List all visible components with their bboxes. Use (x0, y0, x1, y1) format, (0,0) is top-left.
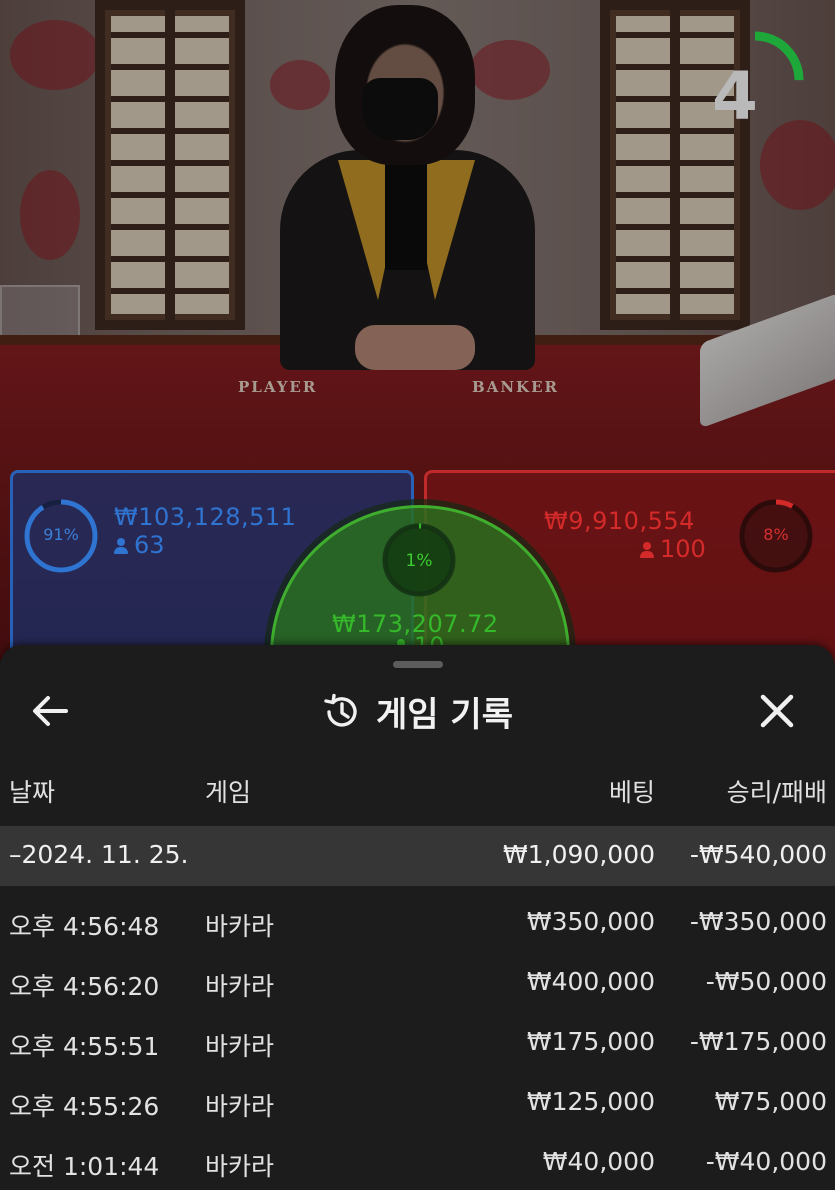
game-history-sheet: 게임 기록 날짜 게임 베팅 승리/패배 –2024. 11. 25. ₩1,0… (0, 645, 835, 1190)
player-bettor-count: 63 (114, 531, 165, 559)
banker-bettor-count: 100 (640, 535, 706, 563)
row-game: 바카라 (205, 1032, 275, 1061)
player-bettor-count-value: 63 (134, 531, 165, 559)
row-time: 오후 4:56:20 (9, 972, 160, 1001)
history-row[interactable]: 오후 4:55:51 바카라 ₩175,000 -₩175,000 (0, 1009, 835, 1069)
row-result: -₩350,000 (689, 907, 827, 936)
sheet-title: 게임 기록 (376, 695, 513, 735)
history-row[interactable]: 오전 1:01:44 바카라 ₩40,000 -₩40,000 (0, 1129, 835, 1189)
person-icon (114, 538, 128, 554)
banker-bet-amount: ₩9,910,554 (544, 507, 695, 535)
row-bet: ₩125,000 (526, 1087, 655, 1116)
sheet-header: 게임 기록 (0, 675, 835, 745)
tie-percent: 1% (405, 551, 433, 571)
history-row[interactable]: 오후 4:56:48 바카라 ₩350,000 -₩350,000 (0, 889, 835, 949)
row-game: 바카라 (205, 1092, 275, 1121)
history-clock-icon (324, 693, 357, 727)
row-bet: ₩350,000 (526, 907, 655, 936)
sheet-title-wrap: 게임 기록 (0, 687, 835, 736)
row-game: 바카라 (205, 912, 275, 941)
sheet-drag-handle[interactable] (393, 661, 443, 668)
history-rows: 오후 4:56:48 바카라 ₩350,000 -₩350,000 오후 4:5… (0, 889, 835, 1189)
row-time: 오전 1:01:44 (9, 1152, 160, 1181)
row-time: 오후 4:55:26 (9, 1092, 160, 1121)
history-day-group[interactable]: –2024. 11. 25. ₩1,090,000 -₩540,000 (0, 826, 835, 886)
banker-bettor-count-value: 100 (660, 535, 706, 563)
column-game: 게임 (205, 778, 252, 807)
player-percent: 91% (43, 525, 79, 544)
day-group-date: –2024. 11. 25. (9, 840, 189, 869)
countdown-seconds: 4 (712, 58, 758, 135)
banker-percent: 8% (763, 525, 789, 544)
row-time: 오후 4:56:48 (9, 912, 160, 941)
column-bet: 베팅 (608, 778, 655, 807)
day-group-result-total: -₩540,000 (689, 840, 827, 869)
row-bet: ₩400,000 (526, 967, 655, 996)
history-column-headers: 날짜 게임 베팅 승리/패배 (0, 773, 835, 817)
day-group-bet-total: ₩1,090,000 (503, 840, 655, 869)
row-game: 바카라 (205, 1152, 275, 1181)
row-bet: ₩175,000 (526, 1027, 655, 1056)
row-result: -₩175,000 (689, 1027, 827, 1056)
row-result: -₩50,000 (705, 967, 827, 996)
person-icon (640, 542, 654, 558)
row-time: 오후 4:55:51 (9, 1032, 160, 1061)
column-result: 승리/패배 (726, 778, 827, 807)
close-button[interactable] (755, 689, 803, 733)
player-bet-amount: ₩103,128,511 (114, 503, 297, 531)
close-icon (760, 694, 794, 728)
column-date: 날짜 (9, 778, 56, 807)
row-result: -₩40,000 (705, 1147, 827, 1176)
row-game: 바카라 (205, 972, 275, 1001)
row-result: ₩75,000 (714, 1087, 827, 1116)
history-row[interactable]: 오후 4:55:26 바카라 ₩125,000 ₩75,000 (0, 1069, 835, 1129)
history-row[interactable]: 오후 4:56:20 바카라 ₩400,000 -₩50,000 (0, 949, 835, 1009)
row-bet: ₩40,000 (542, 1147, 655, 1176)
